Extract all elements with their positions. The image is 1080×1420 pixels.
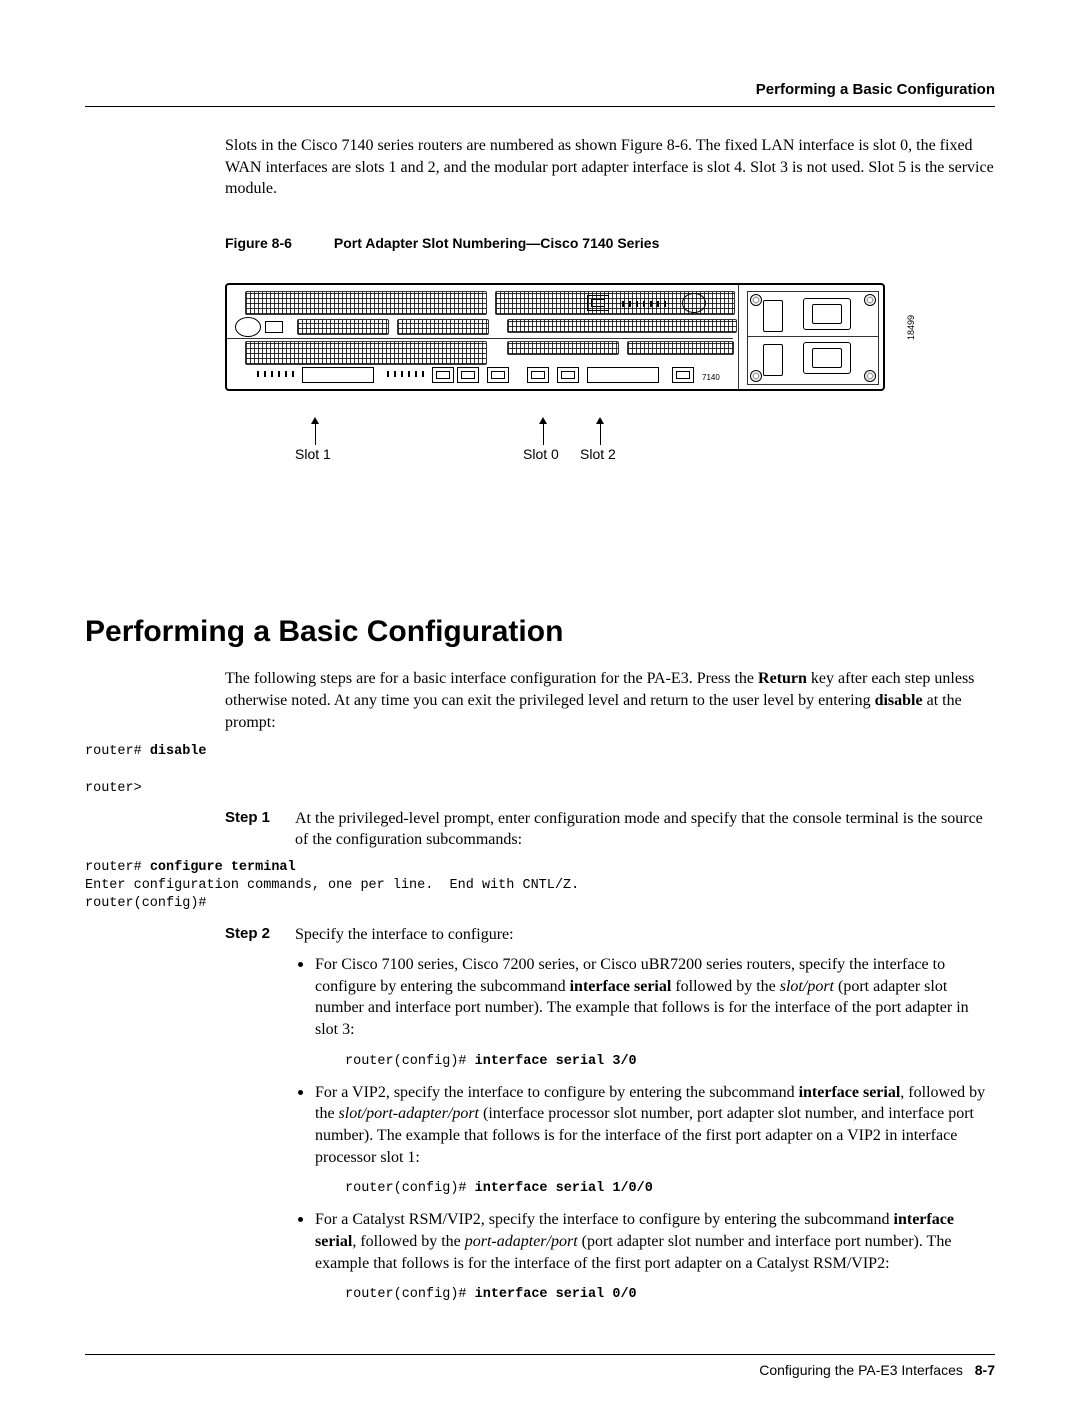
- slot0-label: Slot 0: [523, 445, 559, 464]
- bullet-7100: For Cisco 7100 series, Cisco 7200 series…: [315, 951, 995, 1071]
- section-heading: Performing a Basic Configuration: [85, 612, 995, 653]
- running-header: Performing a Basic Configuration: [85, 80, 995, 100]
- step-body: Specify the interface to configure:: [295, 924, 995, 946]
- router-chassis-icon: 7140 18499: [225, 283, 885, 391]
- vent-grille-icon: [627, 341, 734, 355]
- step-label: Step 2: [225, 924, 295, 946]
- chassis-midline: [227, 338, 733, 339]
- code-block-configure: router# configure terminal Enter configu…: [85, 859, 995, 914]
- section-intro: The following steps are for a basic inte…: [225, 668, 995, 733]
- vent-grille-icon: [507, 341, 619, 355]
- step-2: Step 2 Specify the interface to configur…: [225, 924, 995, 946]
- figure-title: Port Adapter Slot Numbering—Cisco 7140 S…: [334, 235, 659, 251]
- ethernet-port-icon: [672, 367, 694, 383]
- switch-icon: [265, 321, 283, 333]
- ethernet-port-icon: [487, 367, 509, 383]
- ethernet-port-icon: [527, 367, 549, 383]
- port-icon: [587, 367, 659, 383]
- screw-icon: [864, 370, 876, 382]
- screw-icon: [750, 294, 762, 306]
- iec-power-socket-icon: [803, 298, 851, 330]
- slot1-label: Slot 1: [295, 445, 331, 464]
- code-block-disable: router# disable router>: [85, 743, 995, 798]
- knob-icon: [235, 317, 261, 337]
- step-body: At the privileged-level prompt, enter co…: [295, 808, 995, 851]
- screw-icon: [750, 370, 762, 382]
- divider: [748, 336, 878, 337]
- code-block-iface100: router(config)# interface serial 1/0/0: [345, 1180, 995, 1198]
- ethernet-port-icon: [432, 367, 454, 383]
- callout-slot0: [543, 423, 544, 445]
- step2-bullets: For Cisco 7100 series, Cisco 7200 series…: [315, 951, 995, 1304]
- footer-page-number: 8-7: [975, 1362, 995, 1378]
- figure-8-6: Slot 5 Slot 4: [225, 283, 895, 576]
- ethernet-port-icon: [457, 367, 479, 383]
- knob-icon: [682, 293, 706, 313]
- port-icon: [587, 295, 609, 311]
- slot2-label: Slot 2: [580, 445, 616, 464]
- chassis-divider: [738, 285, 739, 389]
- model-text: 7140: [702, 373, 720, 382]
- vent-grille-icon: [507, 319, 737, 333]
- port-icon: [302, 367, 374, 383]
- bullet-catalyst: For a Catalyst RSM/VIP2, specify the int…: [315, 1206, 995, 1304]
- step-1: Step 1 At the privileged-level prompt, e…: [225, 808, 995, 851]
- return-key: Return: [758, 670, 807, 687]
- power-switch-icon: [763, 344, 783, 376]
- step-label: Step 1: [225, 808, 295, 851]
- header-rule: [85, 106, 995, 107]
- footer-chapter: Configuring the PA-E3 Interfaces: [759, 1362, 963, 1378]
- intro-paragraph: Slots in the Cisco 7140 series routers a…: [225, 135, 995, 200]
- callout-slot2: [600, 423, 601, 445]
- text: The following steps are for a basic inte…: [225, 670, 758, 687]
- callout-slot1: [315, 423, 316, 445]
- ethernet-port-icon: [557, 367, 579, 383]
- power-panel: [747, 291, 879, 385]
- drawing-id: 18499: [905, 315, 917, 340]
- figure-caption: Figure 8-6 Port Adapter Slot Numbering—C…: [225, 234, 995, 253]
- vent-grille-icon: [397, 319, 489, 335]
- led-row-icon: [622, 301, 667, 307]
- vent-grille-icon: [245, 291, 487, 315]
- screw-icon: [864, 294, 876, 306]
- code-block-iface00: router(config)# interface serial 0/0: [345, 1286, 995, 1304]
- arrow-up-icon: [596, 417, 604, 424]
- vent-grille-icon: [245, 341, 487, 365]
- arrow-up-icon: [311, 417, 319, 424]
- page-footer: Configuring the PA-E3 Interfaces 8-7: [85, 1354, 995, 1380]
- figure-label: Figure 8-6: [225, 234, 330, 253]
- bullet-vip2: For a VIP2, specify the interface to con…: [315, 1079, 995, 1199]
- led-row-icon: [257, 371, 297, 377]
- vent-grille-icon: [297, 319, 389, 335]
- code-block-iface30: router(config)# interface serial 3/0: [345, 1053, 995, 1071]
- led-row-icon: [387, 371, 427, 377]
- disable-cmd: disable: [875, 692, 923, 709]
- iec-power-socket-icon: [803, 342, 851, 374]
- power-switch-icon: [763, 300, 783, 332]
- arrow-up-icon: [539, 417, 547, 424]
